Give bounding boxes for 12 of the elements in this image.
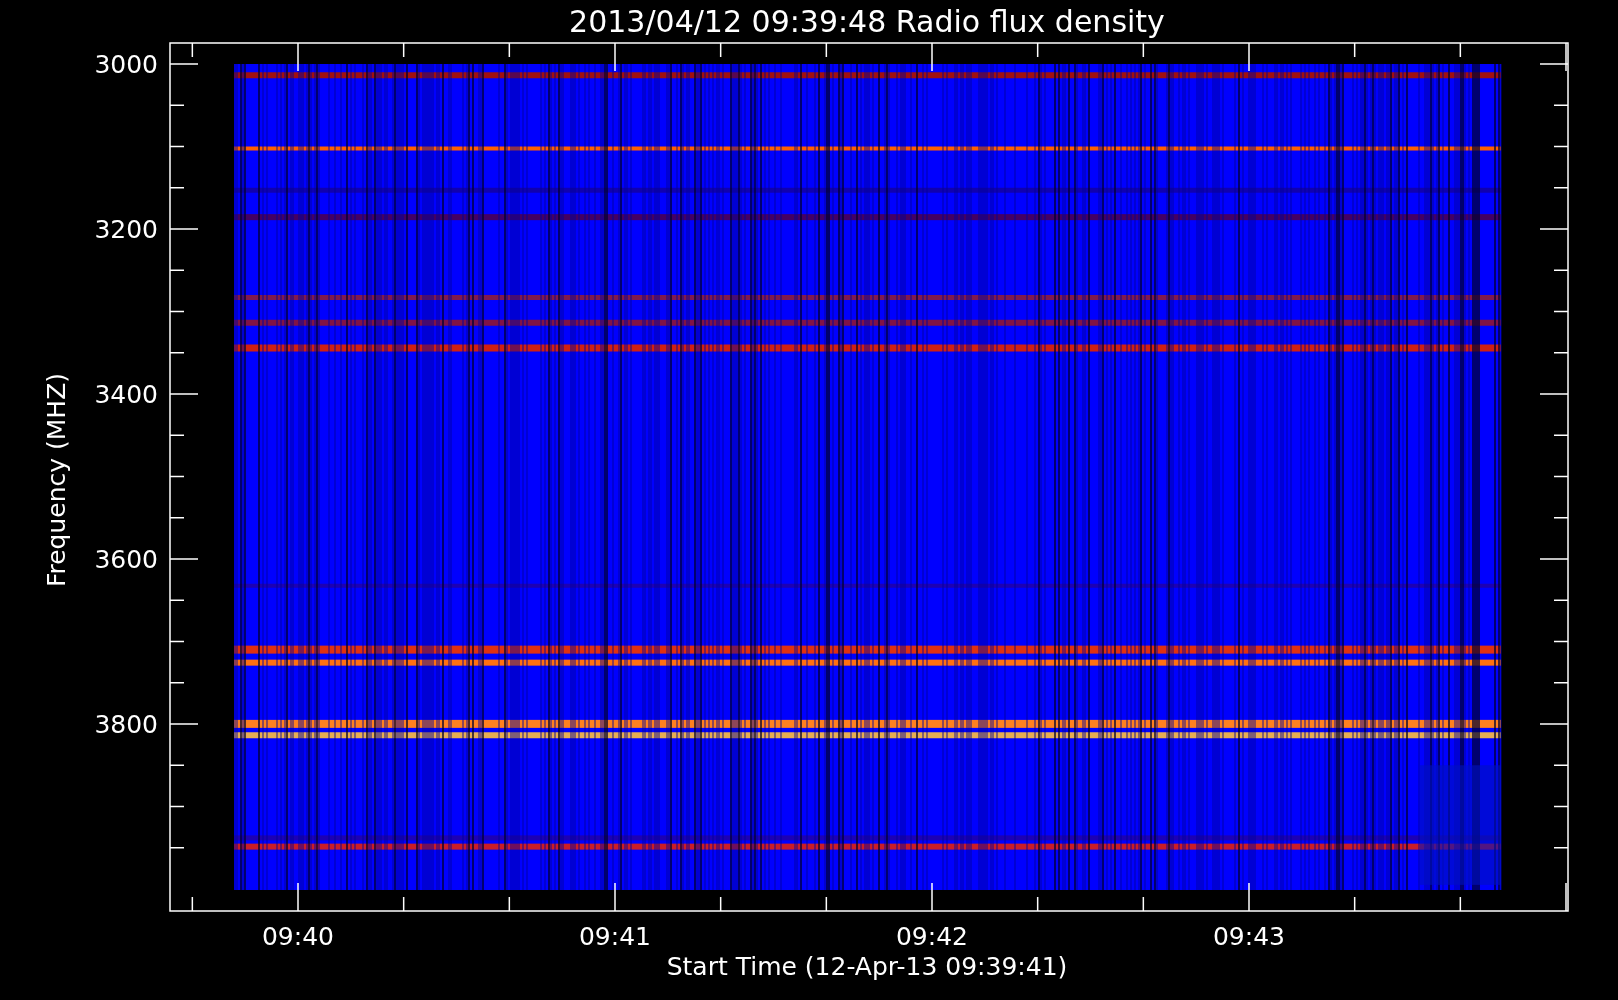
y-tick-label: 3400	[94, 380, 158, 409]
chart-title: 2013/04/12 09:39:48 Radio flux density	[569, 4, 1165, 39]
y-tick-label: 3200	[94, 215, 158, 244]
y-tick-label: 3800	[94, 710, 158, 739]
y-axis-title: Frequency (MHZ)	[42, 372, 71, 588]
y-tick-label: 3000	[94, 50, 158, 79]
x-tick-label: 09:42	[896, 922, 968, 951]
x-tick-label: 09:43	[1213, 922, 1285, 951]
x-axis-title: Start Time (12-Apr-13 09:39:41)	[666, 952, 1068, 981]
x-tick-label: 09:41	[579, 922, 651, 951]
x-tick-label: 09:40	[262, 922, 334, 951]
y-tick-label: 3600	[94, 545, 158, 574]
